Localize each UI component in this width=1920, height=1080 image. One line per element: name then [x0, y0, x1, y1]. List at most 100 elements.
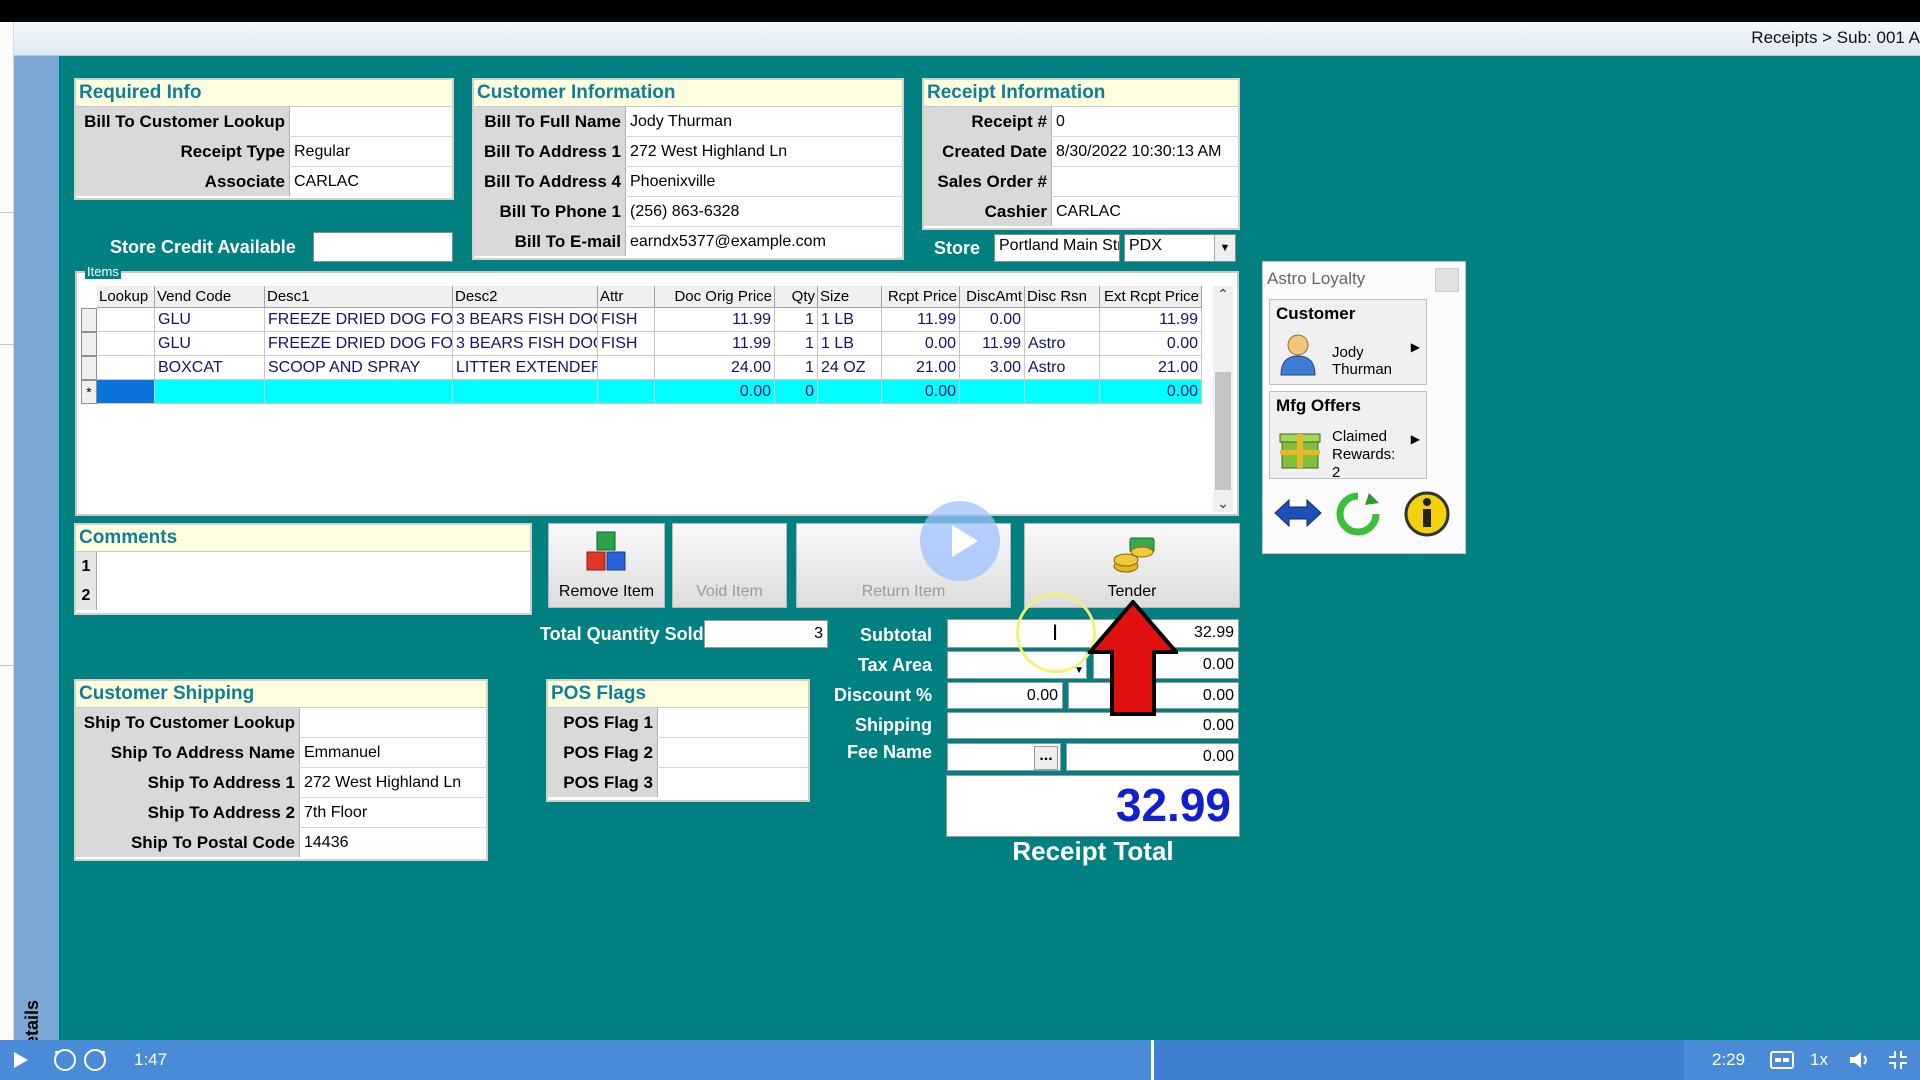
table-cell[interactable]: 3.00 — [960, 356, 1025, 380]
pos-flag2-field[interactable] — [658, 738, 662, 767]
column-header[interactable]: Desc1 — [265, 286, 453, 308]
bill-to-full-name-field[interactable]: Jody Thurman — [626, 107, 732, 136]
chevron-down-icon[interactable]: ▼ — [1214, 235, 1235, 261]
table-cell[interactable] — [1025, 308, 1100, 332]
column-header[interactable]: Vend Code — [155, 286, 265, 308]
scrollbar-thumb[interactable] — [1215, 372, 1231, 490]
mfg-offers-section[interactable]: Mfg Offers Claimed Rewards: 2 ▶ — [1269, 391, 1427, 481]
table-cell[interactable]: 0.00 — [1100, 332, 1202, 356]
column-header[interactable]: Doc Orig Price — [655, 286, 775, 308]
ship-to-address2-field[interactable]: 7th Floor — [300, 798, 367, 827]
table-cell[interactable]: GLU — [155, 332, 265, 356]
table-cell[interactable]: 1 LB — [818, 308, 882, 332]
new-item-row[interactable]: 0.00 0 0.00 0.00 — [97, 380, 1202, 404]
table-cell[interactable]: 21.00 — [882, 356, 960, 380]
table-cell[interactable] — [818, 380, 882, 404]
table-cell[interactable]: 0.00 — [655, 380, 775, 404]
table-row[interactable]: GLUFREEZE DRIED DOG FOOD3 BEARS FISH DOG… — [97, 332, 1202, 356]
fee-amount-field[interactable]: 0.00 — [1066, 743, 1239, 771]
table-cell[interactable]: 11.99 — [960, 332, 1025, 356]
forward-10-icon[interactable] — [82, 1047, 108, 1073]
fullscreen-exit-icon[interactable] — [1888, 1050, 1908, 1070]
chevron-right-icon[interactable]: ▶ — [1411, 340, 1420, 354]
play-icon[interactable] — [14, 1052, 28, 1068]
table-cell[interactable]: Astro — [1025, 356, 1100, 380]
rewind-10-icon[interactable] — [52, 1047, 78, 1073]
loyalty-close-button[interactable] — [1435, 268, 1459, 292]
table-cell[interactable]: 11.99 — [882, 308, 960, 332]
volume-icon[interactable] — [1848, 1050, 1872, 1070]
scroll-down-icon[interactable]: ⌄ — [1213, 495, 1233, 512]
column-header[interactable]: Desc2 — [453, 286, 598, 308]
receipt-number-field[interactable]: 0 — [1052, 107, 1065, 136]
table-cell[interactable]: 1 — [775, 356, 818, 380]
table-row[interactable]: BOXCAT SCOOP AND SPRAY LITTER EXTENDER 24.0… — [97, 356, 1202, 380]
created-date-field[interactable]: 8/30/2022 10:30:13 AM — [1052, 137, 1221, 166]
cashier-field[interactable]: CARLAC — [1052, 197, 1121, 226]
associate-field[interactable]: CARLAC — [290, 167, 359, 196]
table-cell[interactable] — [453, 380, 598, 404]
column-header[interactable]: Disc Rsn — [1025, 286, 1100, 308]
table-cell[interactable]: 11.99 — [1100, 308, 1202, 332]
video-progress-handle[interactable] — [1150, 1040, 1154, 1080]
captions-icon[interactable] — [1770, 1051, 1794, 1069]
table-cell[interactable]: FISH — [598, 332, 655, 356]
table-cell[interactable]: FREEZE DRIED DOG FOOD — [265, 308, 453, 332]
ship-to-address1-field[interactable]: 272 West Highland Ln — [300, 768, 461, 797]
store-name-input[interactable]: Portland Main Stre — [994, 234, 1120, 262]
swap-arrows-icon[interactable] — [1273, 494, 1323, 532]
refresh-icon[interactable] — [1335, 491, 1381, 537]
discount-percent-field[interactable]: 0.00 — [947, 682, 1063, 709]
comment-line-input[interactable] — [97, 581, 530, 610]
table-cell[interactable] — [1025, 380, 1100, 404]
table-cell[interactable]: 0.00 — [882, 380, 960, 404]
table-cell[interactable]: 24 OZ — [818, 356, 882, 380]
table-cell[interactable]: 0.00 — [882, 332, 960, 356]
table-cell[interactable]: 11.99 — [655, 332, 775, 356]
table-cell[interactable]: 0 — [775, 380, 818, 404]
scroll-up-icon[interactable]: ⌃ — [1213, 286, 1233, 303]
comment-line-input[interactable] — [97, 552, 530, 581]
table-cell[interactable]: GLU — [155, 308, 265, 332]
table-cell[interactable]: 1 — [775, 308, 818, 332]
ship-to-postal-code-field[interactable]: 14436 — [300, 828, 349, 857]
table-cell[interactable]: 0.00 — [1100, 380, 1202, 404]
grid-vertical-scrollbar[interactable]: ⌃ ⌄ — [1213, 286, 1233, 512]
receipt-type-field[interactable]: Regular — [290, 137, 350, 166]
void-item-button[interactable]: Void Item — [672, 523, 787, 608]
chevron-right-icon[interactable]: ▶ — [1411, 432, 1420, 446]
table-cell[interactable]: FREEZE DRIED DOG FOOD — [265, 332, 453, 356]
info-icon[interactable] — [1403, 490, 1451, 538]
column-header[interactable]: Qty — [775, 286, 818, 308]
table-cell[interactable] — [97, 332, 155, 356]
table-cell[interactable]: 1 LB — [818, 332, 882, 356]
video-play-overlay-icon[interactable] — [920, 501, 1000, 581]
column-header[interactable]: Size — [818, 286, 882, 308]
column-header[interactable]: Attr — [598, 286, 655, 308]
row-selector[interactable] — [81, 332, 97, 356]
ship-to-address-name-field[interactable]: Emmanuel — [300, 738, 380, 767]
column-header[interactable]: Rcpt Price — [882, 286, 960, 308]
table-cell[interactable]: 24.00 — [655, 356, 775, 380]
row-selector[interactable]: * — [81, 380, 97, 404]
table-cell[interactable]: 21.00 — [1100, 356, 1202, 380]
table-cell[interactable] — [960, 380, 1025, 404]
ship-to-customer-lookup-field[interactable] — [300, 708, 304, 737]
playback-speed[interactable]: 1x — [1810, 1050, 1828, 1070]
remove-item-button[interactable]: Remove Item — [548, 523, 665, 608]
fee-lookup-button[interactable]: ... — [1034, 746, 1058, 770]
table-cell[interactable] — [97, 356, 155, 380]
bill-to-email-field[interactable]: earndx5377@example.com — [626, 227, 826, 256]
column-header[interactable]: Ext Rcpt Price — [1100, 286, 1202, 308]
row-selector[interactable] — [81, 356, 97, 380]
table-cell[interactable]: Astro — [1025, 332, 1100, 356]
table-row[interactable]: GLUFREEZE DRIED DOG FOOD3 BEARS FISH DOG… — [97, 308, 1202, 332]
table-cell[interactable]: 1 — [775, 332, 818, 356]
table-cell[interactable]: 0.00 — [960, 308, 1025, 332]
pos-flag1-field[interactable] — [658, 708, 662, 737]
fee-name-field[interactable]: ... — [947, 743, 1061, 771]
details-side-tab[interactable]: etails — [20, 986, 52, 1046]
sales-order-field[interactable] — [1052, 167, 1056, 196]
loyalty-customer-section[interactable]: Customer Jody Thurman ▶ — [1269, 299, 1427, 385]
table-cell[interactable]: 11.99 — [655, 308, 775, 332]
